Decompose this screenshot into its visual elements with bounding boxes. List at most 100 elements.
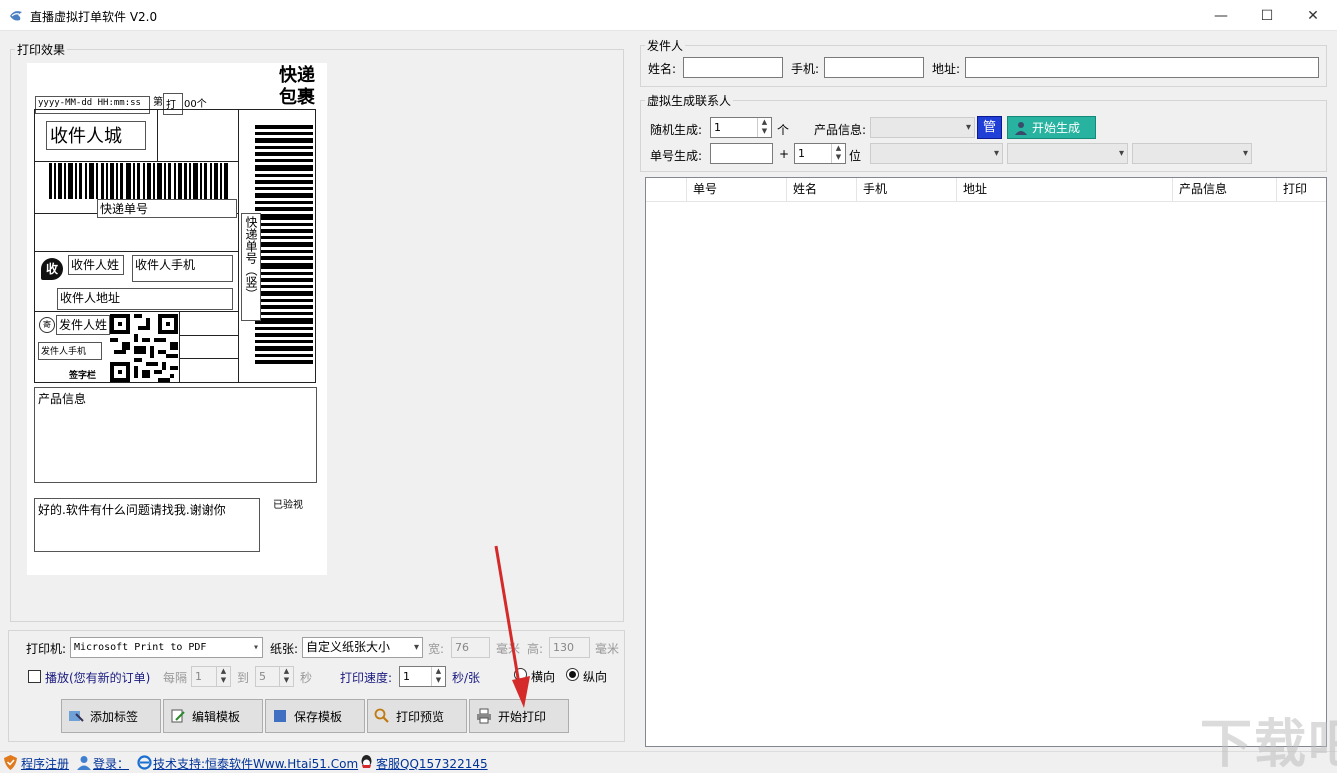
qr-code [110,314,178,382]
interval-label: 每隔 [163,671,188,685]
printer-select[interactable]: Microsoft Print to PDF ▾ [70,637,263,658]
preview-group-title: 打印效果 [15,41,68,58]
column-header-address[interactable]: 地址 [957,178,1173,202]
sender-group-title: 发件人 [645,37,686,54]
chevron-down-icon: ▾ [1118,148,1124,159]
paper-label: 纸张: [270,642,299,656]
chevron-down-icon: ▾ [1242,148,1248,159]
sender-name-label: 姓名: [648,62,677,76]
edit-template-button[interactable]: 编辑模板 [163,699,263,733]
barcode-horizontal [49,163,228,199]
play-label: 播放(您有新的订单) [45,671,151,685]
send-badge-icon: 寄 [39,317,55,333]
service-link[interactable]: 客服QQ157322145 [376,755,488,772]
label-sender-phone[interactable]: 发件人手机 [38,342,102,360]
print-preview-button[interactable]: 打印预览 [367,699,467,733]
red-arrow-annotation [494,545,530,708]
speed-input[interactable]: 1 ▲ ▼ [399,666,446,687]
app-logo-icon [10,11,22,21]
serial-digits-input[interactable]: 1 ▲ ▼ [794,143,846,164]
shield-icon [4,755,17,770]
printer-label: 打印机: [26,642,67,656]
product-info-select[interactable]: ▾ [870,117,975,138]
to-label: 到 [237,671,250,685]
close-button[interactable]: ✕ [1290,0,1336,31]
spinner-icon[interactable]: ▲ ▼ [216,667,230,686]
interval-to-input[interactable]: 5 ▲ ▼ [255,666,294,687]
user-icon [77,756,91,770]
speed-label: 打印速度: [340,671,393,685]
play-checkbox[interactable] [28,670,41,683]
minimize-button[interactable]: — [1198,0,1244,31]
sender-phone-input[interactable] [824,57,924,78]
option-select-2[interactable]: ▾ [1007,143,1128,164]
title-bar: 直播虚拟打单软件 V2.0 — ☐ ✕ [0,0,1337,31]
receive-badge-icon: 收 [41,258,63,280]
sender-address-input[interactable] [965,57,1319,78]
width-label: 宽: [428,642,445,656]
height-input[interactable]: 130 [549,637,590,658]
spinner-icon[interactable]: ▲ ▼ [757,118,771,137]
start-generate-button[interactable]: 开始生成 [1007,116,1096,139]
virtual-group-title: 虚拟生成联系人 [645,92,734,109]
spinner-icon[interactable]: ▲ ▼ [279,667,293,686]
label-receiver-city[interactable]: 收件人城 [46,121,146,150]
random-count-input[interactable]: 1 ▲ ▼ [710,117,772,138]
orders-table[interactable]: 单号 姓名 手机 地址 产品信息 打印 [645,177,1327,747]
label-receiver-address[interactable]: 收件人地址 [57,288,233,310]
spinner-icon[interactable]: ▲ ▼ [831,144,845,163]
label-sender-name[interactable]: 发件人姓 [56,315,110,335]
printer-icon [477,708,491,724]
barcode-vertical [255,125,313,364]
qq-icon [361,755,372,768]
paper-select[interactable]: 自定义纸张大小 ▾ [302,637,423,658]
column-header-order-no[interactable]: 单号 [687,178,787,202]
login-link[interactable]: 登录： [93,755,129,772]
column-header-name[interactable]: 姓名 [787,178,857,202]
person-icon [1015,121,1027,135]
manage-button[interactable]: 管 [977,116,1002,139]
sender-address-label: 地址: [932,62,961,76]
label-inspected: 已验视 [273,500,303,511]
spinner-icon[interactable]: ▲ ▼ [431,667,445,686]
plus-label: + [779,147,790,161]
table-header-row-selector[interactable] [646,178,687,202]
random-unit: 个 [777,123,790,137]
register-link[interactable]: 程序注册 [21,755,69,772]
column-header-product[interactable]: 产品信息 [1173,178,1277,202]
digits-unit: 位 [849,149,862,163]
label-count: 00个 [184,99,207,110]
save-icon [274,710,286,722]
label-product-info[interactable]: 产品信息 [34,387,317,483]
status-bar: 程序注册 登录： 技术支持:恒泰软件Www.Htai51.Com 客服QQ157… [0,751,1337,773]
watermark: 下载吧 [1200,715,1337,773]
label-message[interactable]: 好的.软件有什么问题请找我.谢谢你 [34,498,260,552]
support-link[interactable]: 技术支持:恒泰软件Www.Htai51.Com [153,755,358,772]
save-template-button[interactable]: 保存模板 [265,699,365,733]
option-select-1[interactable]: ▾ [870,143,1003,164]
option-select-3[interactable]: ▾ [1132,143,1252,164]
column-header-phone[interactable]: 手机 [857,178,957,202]
add-label-button[interactable]: 添加标签 [61,699,161,733]
magnifier-icon [374,708,389,723]
label-tracking-vertical[interactable]: 快递单号（竖） [241,213,261,321]
chevron-down-icon: ▾ [993,148,999,159]
edit-icon [171,709,185,723]
portrait-radio[interactable] [566,668,579,681]
serial-label: 单号生成: [650,149,703,163]
window-title: 直播虚拟打单软件 V2.0 [30,10,158,24]
maximize-button[interactable]: ☐ [1244,0,1290,31]
sender-name-input[interactable] [683,57,783,78]
column-header-print[interactable]: 打印 [1277,178,1326,202]
serial-prefix-input[interactable] [710,143,773,164]
label-receiver-phone[interactable]: 收件人手机 [132,255,233,282]
label-preview: 快递 包裹 yyyy-MM-dd HH:mm:ss 第 打 00个 收件人城 快… [27,63,327,575]
table-header: 单号 姓名 手机 地址 产品信息 打印 [646,178,1326,202]
sec-label: 秒 [300,671,313,685]
height-unit: 毫米 [595,642,620,656]
interval-from-input[interactable]: 1 ▲ ▼ [191,666,231,687]
product-info-label: 产品信息: [814,123,867,137]
label-tracking-no[interactable]: 快递单号 [97,199,237,218]
label-receiver-name[interactable]: 收件人姓 [68,255,124,275]
random-label: 随机生成: [650,123,703,137]
